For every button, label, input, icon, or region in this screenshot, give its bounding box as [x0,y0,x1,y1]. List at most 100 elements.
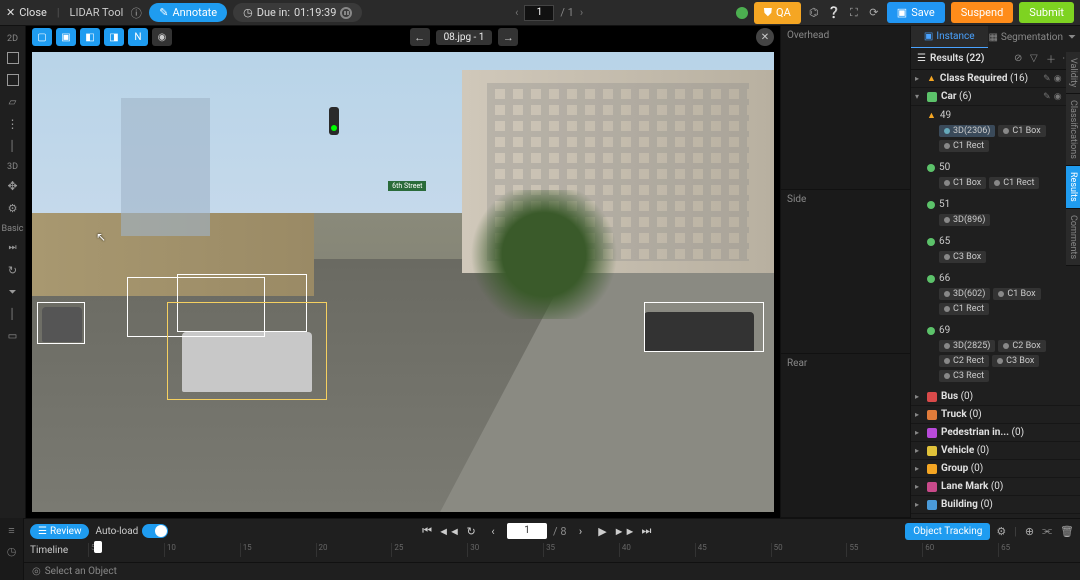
tool-refresh[interactable] [3,260,23,280]
class-building-row[interactable]: ▸Building (0) [911,496,1080,514]
chip-rect[interactable]: C1 Rect [989,177,1039,189]
info-icon[interactable]: ⓘ [129,6,143,20]
chip-rect[interactable]: C1 Rect [939,140,989,152]
view-btn-5[interactable]: N [128,28,148,46]
tool-points[interactable] [3,114,23,134]
chip-3d[interactable]: 3D(2306) [939,125,995,137]
refresh-icon[interactable]: ⟳ [867,6,881,20]
submit-button[interactable]: Submit [1019,2,1074,23]
skip-fwd-all-icon[interactable]: ⏭ [639,523,655,539]
gear-icon[interactable]: ⚙ [996,525,1006,538]
funnel-icon[interactable]: ▽ [1030,53,1042,64]
class-vehicle-row[interactable]: ▸Vehicle (0) [911,442,1080,460]
loop-icon[interactable]: ↻ [463,523,479,539]
sort-icon[interactable]: ⊘ [1014,53,1026,64]
prev-frame-icon[interactable]: ‹ [485,523,501,539]
instance-69[interactable]: 69 3D(2825) C2 Box C2 Rect C3 Box C3 Rec… [911,321,1080,388]
filter-icon[interactable]: ⏷ [1064,26,1080,48]
vtab-validity[interactable]: Validity [1066,52,1080,94]
tool-settings[interactable] [3,198,23,218]
class-group-row[interactable]: ▸Group (0) [911,460,1080,478]
qa-button[interactable]: ⛊QA [754,2,801,24]
main-viewport[interactable]: 6th Street ↖ [26,48,780,518]
chip-3d[interactable]: 3D(896) [939,214,990,226]
eye-icon[interactable]: ◉ [1054,92,1062,102]
edit-icon[interactable]: ✎ [1043,92,1051,102]
delete-icon[interactable]: 🗑 [1060,525,1074,538]
bbox-5[interactable] [644,302,764,352]
vtab-results[interactable]: Results [1066,166,1080,209]
chip-box[interactable]: C2 Box [998,340,1045,352]
instance-51[interactable]: 51 3D(896) [911,195,1080,232]
review-button[interactable]: ☰Review [30,524,89,539]
chip-box[interactable]: C1 Box [939,177,986,189]
tool-box[interactable] [3,70,23,90]
tool-skip[interactable] [3,238,23,258]
view-btn-1[interactable]: ▢ [32,28,52,46]
instance-65[interactable]: 65 C3 Box [911,232,1080,269]
link-icon[interactable]: ⫘ [1042,524,1052,538]
instance-50[interactable]: 50 C1 Box C1 Rect [911,158,1080,195]
record-button[interactable]: ◉ [152,28,172,46]
chip-box[interactable]: C3 Box [939,251,986,263]
view-btn-4[interactable]: ◨ [104,28,124,46]
tool-polygon[interactable] [3,92,23,112]
class-required-row[interactable]: ▸ ▲ Class Required (16) ✎◉🗑 [911,70,1080,88]
tab-segmentation[interactable]: ▦Segmentation [988,26,1065,48]
edit-icon[interactable]: ✎ [1043,74,1051,84]
tab-instance[interactable]: ▣Instance [911,26,988,48]
skip-back-all-icon[interactable]: ⏮ [419,523,435,539]
chip-3d[interactable]: 3D(602) [939,288,990,300]
suspend-button[interactable]: Suspend [951,2,1014,23]
bbox-selected[interactable] [167,302,327,400]
clock-icon[interactable]: ◷ [7,545,17,558]
page-input[interactable] [524,5,554,21]
timeline-track[interactable]: 5101520253035404550556065 [88,543,1074,562]
chip-box[interactable]: C3 Box [992,355,1039,367]
step-back-icon[interactable]: ◄◄ [441,523,457,539]
annotate-button[interactable]: ✎ Annotate [149,3,227,22]
chip-box[interactable]: C1 Box [998,125,1045,137]
tool-move[interactable] [3,176,23,196]
class-bus-row[interactable]: ▸Bus (0) [911,388,1080,406]
chevron-icon[interactable]: ▸ [915,74,923,83]
chevron-down-icon[interactable]: ▾ [915,92,923,101]
fullscreen-icon[interactable]: ⛶ [847,6,861,20]
step-fwd-icon[interactable]: ►► [617,523,633,539]
timeline-playhead[interactable] [94,541,102,553]
viewport-close[interactable]: ✕ [756,28,774,46]
chip-rect[interactable]: C1 Rect [939,303,989,315]
chip-3d[interactable]: 3D(2825) [939,340,995,352]
tool-frame[interactable] [3,326,23,346]
settings-icon[interactable]: ≡ [8,524,14,537]
chip-rect[interactable]: C3 Rect [939,370,989,382]
instance-66[interactable]: 66 3D(602) C1 Box C1 Rect [911,269,1080,321]
frame-input[interactable]: 1 [507,523,547,539]
vtab-comments[interactable]: Comments [1066,209,1080,266]
autoload-toggle[interactable] [142,524,168,538]
view-btn-2[interactable]: ▣ [56,28,76,46]
tool-line[interactable] [3,136,23,156]
object-tracking-button[interactable]: Object Tracking [905,523,990,540]
class-lane-row[interactable]: ▸Lane Mark (0) [911,478,1080,496]
vtab-classifications[interactable]: Classifications [1066,94,1080,166]
center-icon[interactable]: ⊕ [1025,525,1034,538]
next-frame-icon[interactable]: › [573,523,589,539]
file-prev[interactable]: ← [410,28,430,46]
instance-49[interactable]: ▲49 3D(2306) C1 Box C1 Rect [911,106,1080,158]
chip-box[interactable]: C1 Box [993,288,1040,300]
bbox-1[interactable] [37,302,85,344]
tool-rect[interactable] [3,48,23,68]
close-button[interactable]: ✕ Close [6,6,47,19]
play-icon[interactable]: ▶ [595,523,611,539]
chip-rect[interactable]: C2 Rect [939,355,989,367]
view-btn-3[interactable]: ◧ [80,28,100,46]
file-next[interactable]: → [498,28,518,46]
bug-icon[interactable]: ⌬ [807,6,821,20]
page-next-icon[interactable]: › [580,6,583,19]
page-prev-icon[interactable]: ‹ [515,6,518,19]
tool-divider[interactable] [3,304,23,324]
pause-icon[interactable] [340,7,352,19]
class-car-row[interactable]: ▾ Car (6) ✎◉🗑 [911,88,1080,106]
eye-icon[interactable]: ◉ [1054,74,1062,84]
